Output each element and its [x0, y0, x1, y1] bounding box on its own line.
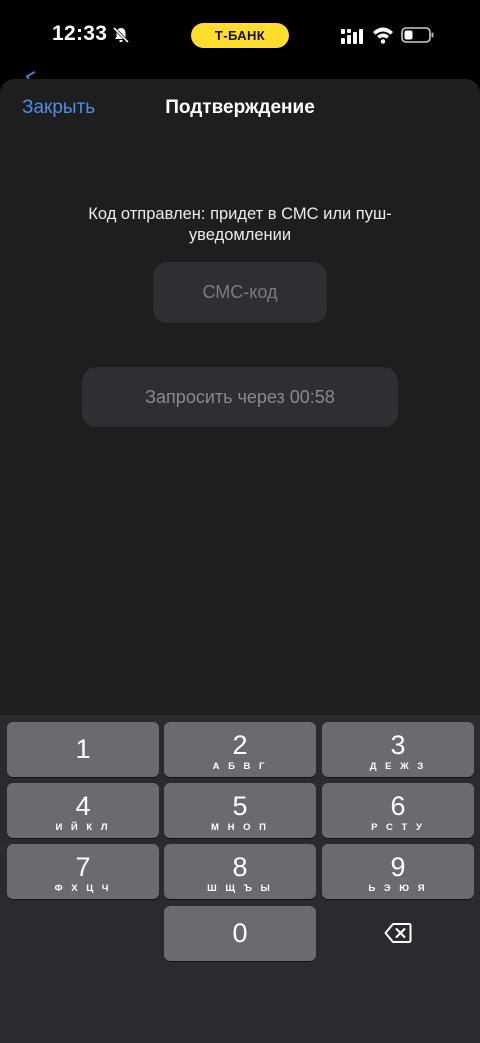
key-6[interactable]: 6 Р С Т У: [322, 783, 474, 838]
page-title: Подтверждение: [165, 97, 315, 118]
key-digit: 2: [232, 730, 248, 760]
key-letters: Д Е Ж З: [369, 761, 427, 772]
key-0[interactable]: 0: [164, 906, 316, 961]
backspace-key[interactable]: [321, 906, 474, 961]
key-digit: 3: [390, 730, 406, 760]
code-sent-message: Код отправлен: придет в СМС или пуш-увед…: [88, 205, 392, 244]
key-9[interactable]: 9 Ь Э Ю Я: [322, 844, 474, 899]
key-8[interactable]: 8 Ш Щ Ъ Ы: [164, 844, 316, 899]
key-letters: Ь Э Ю Я: [368, 883, 428, 894]
key-1[interactable]: 1: [7, 722, 159, 777]
backspace-icon: [384, 923, 412, 943]
key-digit: 9: [390, 852, 406, 882]
home-indicator[interactable]: [170, 1030, 310, 1035]
key-letters: Р С Т У: [371, 822, 425, 833]
key-digit: 7: [75, 852, 91, 882]
sms-code-input[interactable]: [153, 262, 327, 323]
key-letters: А Б В Г: [212, 761, 268, 772]
key-digit: 1: [75, 734, 91, 764]
status-bar: 12:33 Т-БАНК: [0, 0, 480, 72]
carrier-pill[interactable]: Т-БАНК: [191, 23, 289, 48]
wifi-icon: [372, 26, 394, 44]
signal-icon: [340, 27, 364, 45]
key-5[interactable]: 5 М Н О П: [164, 783, 316, 838]
key-digit: 5: [232, 791, 248, 821]
key-letters: Ш Щ Ъ Ы: [207, 883, 273, 894]
key-digit: 6: [390, 791, 406, 821]
key-letters: И Й К Л: [55, 822, 111, 833]
status-time: 12:33: [52, 22, 108, 45]
numeric-keypad: 1 2 А Б В Г 3 Д Е Ж З 4 И Й К Л 5 М Н О …: [0, 715, 480, 1043]
key-digit: 0: [232, 918, 248, 948]
resend-code-button[interactable]: Запросить через 00:58: [82, 367, 398, 427]
key-letters: Ф Х Ц Ч: [54, 883, 112, 894]
key-4[interactable]: 4 И Й К Л: [7, 783, 159, 838]
battery-icon: [401, 26, 435, 44]
key-digit: 8: [232, 852, 248, 882]
key-7[interactable]: 7 Ф Х Ц Ч: [7, 844, 159, 899]
bell-slash-icon: [112, 26, 130, 44]
key-letters: М Н О П: [211, 822, 269, 833]
key-2[interactable]: 2 А Б В Г: [164, 722, 316, 777]
key-3[interactable]: 3 Д Е Ж З: [322, 722, 474, 777]
key-digit: 4: [75, 791, 91, 821]
